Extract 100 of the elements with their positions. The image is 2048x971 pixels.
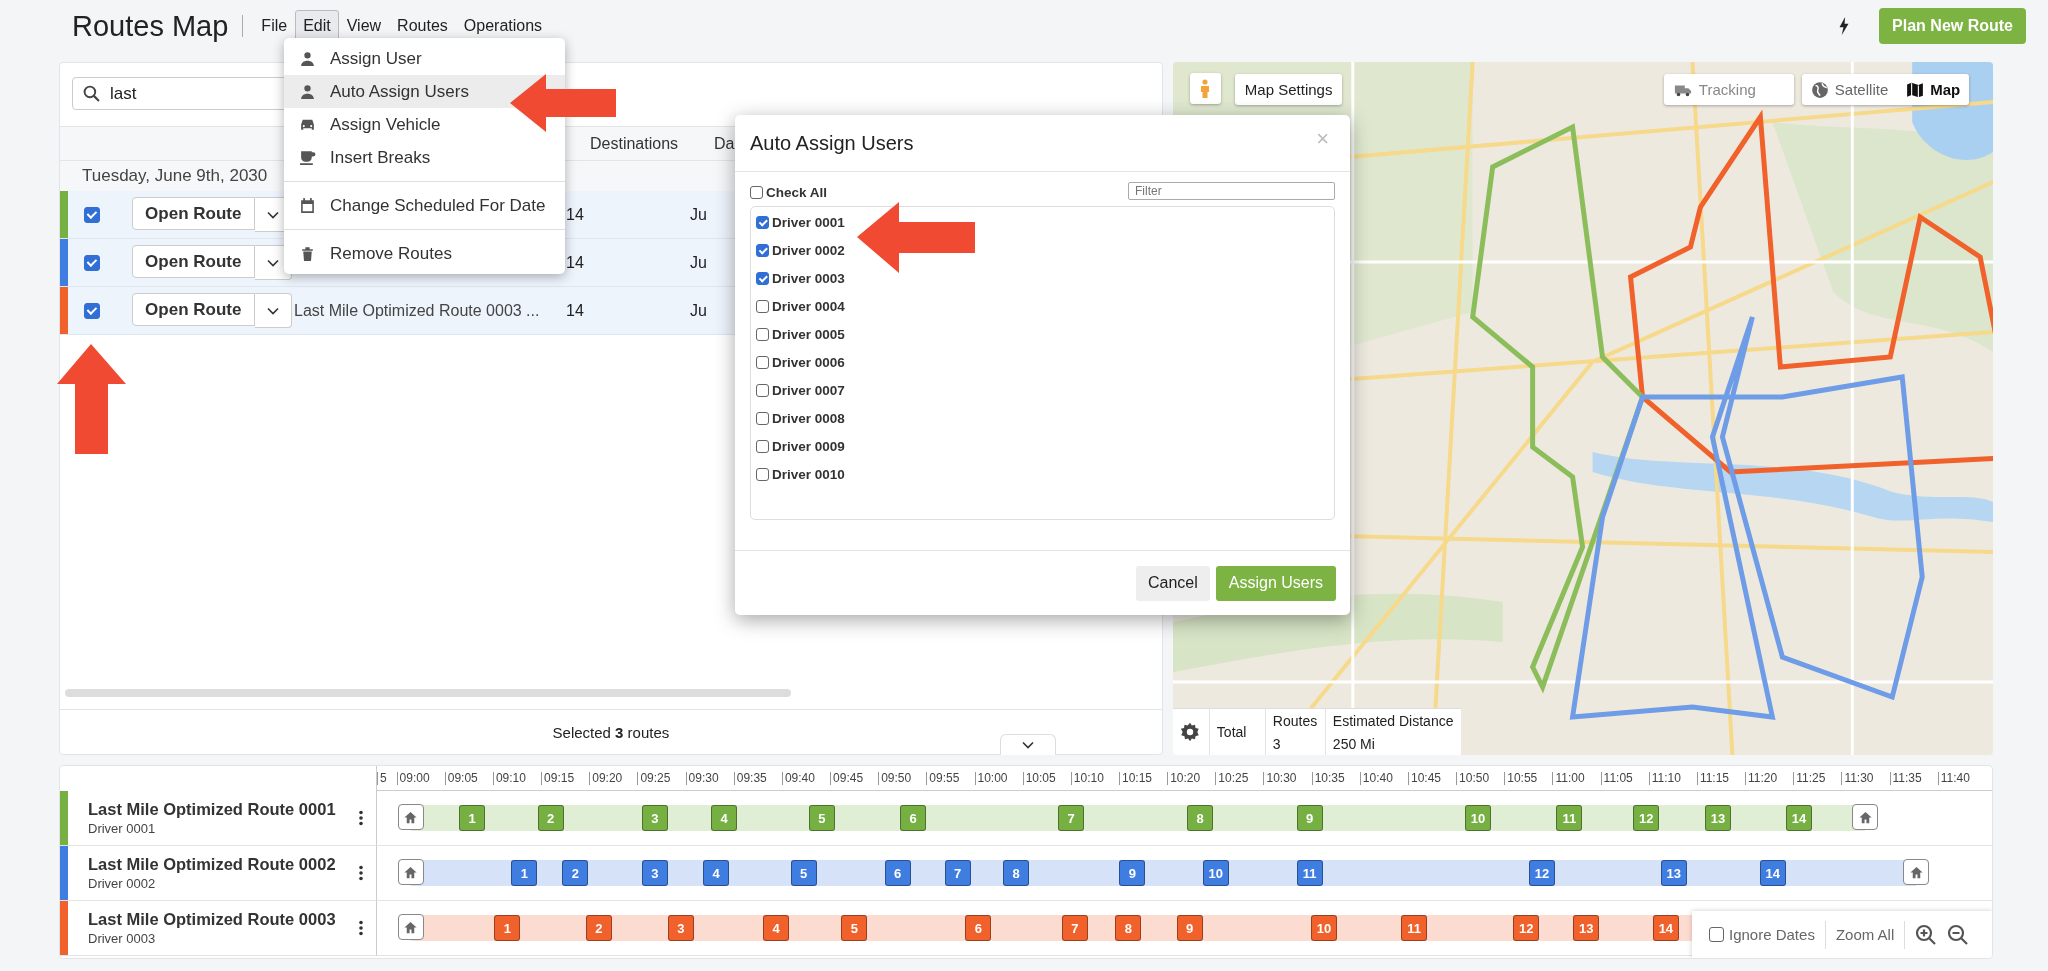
checkbox[interactable] [1709,927,1724,942]
stop-marker[interactable]: 14 [1759,860,1786,886]
stop-marker[interactable]: 4 [763,915,790,941]
depot-marker[interactable] [1852,804,1879,830]
stop-marker[interactable]: 6 [965,915,992,941]
depot-marker[interactable] [1903,859,1930,885]
menu-item[interactable]: View [338,10,390,42]
zoom-all-button[interactable]: Zoom All [1825,920,1906,949]
stop-marker[interactable]: 4 [711,805,737,831]
column-header[interactable]: Destinations [590,134,714,153]
scrollbar[interactable] [65,689,791,697]
more-options-icon[interactable] [359,920,363,936]
more-options-icon[interactable] [359,865,363,881]
map-settings-button[interactable]: Map Settings [1234,74,1343,105]
stop-marker[interactable]: 6 [884,860,911,886]
filter-field[interactable]: Filter [1128,182,1335,200]
stop-marker[interactable]: 1 [459,805,486,831]
checkbox-label[interactable]: Driver 0010 [772,467,845,482]
stop-marker[interactable]: 14 [1785,805,1812,831]
menu-item[interactable]: Change Scheduled For Date [284,189,565,222]
stop-marker[interactable]: 13 [1705,805,1732,831]
map-type-tab[interactable]: Map [1897,74,1970,105]
checkbox[interactable] [756,244,769,257]
checkbox[interactable] [84,255,100,272]
checkbox[interactable] [756,272,769,285]
menu-item[interactable]: Assign Vehicle [284,108,565,141]
stop-marker[interactable]: 5 [841,915,868,941]
stop-marker[interactable]: 8 [1003,860,1030,886]
checkbox-label[interactable]: Check All [766,185,828,200]
stop-marker[interactable]: 3 [667,915,694,941]
stop-marker[interactable]: 11 [1401,915,1428,941]
stop-marker[interactable]: 8 [1187,805,1214,831]
stop-marker[interactable]: 9 [1119,860,1146,886]
open-route-button[interactable]: Open Route [132,245,255,278]
stop-marker[interactable]: 14 [1652,915,1679,941]
stop-marker[interactable]: 12 [1513,915,1540,941]
checkbox[interactable] [756,384,769,397]
checkbox[interactable] [756,300,769,313]
stop-marker[interactable]: 2 [562,860,589,886]
stop-marker[interactable]: 7 [1058,805,1084,831]
stop-marker[interactable]: 2 [585,915,612,941]
checkbox-label[interactable]: Driver 0005 [772,327,845,342]
menu-item[interactable]: Remove Routes [284,237,565,270]
checkbox[interactable] [756,216,769,229]
checkbox[interactable] [756,412,769,425]
stop-marker[interactable]: 12 [1633,805,1660,831]
stop-marker[interactable]: 11 [1556,805,1583,831]
stop-marker[interactable]: 12 [1528,860,1555,886]
depot-marker[interactable] [397,914,424,940]
stop-marker[interactable]: 1 [494,915,521,941]
menu-item[interactable]: Operations [455,10,551,42]
menu-item[interactable]: Insert Breaks [284,141,565,174]
plan-new-route-button[interactable]: Plan New Route [1879,8,2026,44]
cancel-button[interactable]: Cancel [1135,565,1210,601]
depot-marker[interactable] [397,804,424,830]
checkbox[interactable] [756,440,769,453]
checkbox-label[interactable]: Driver 0001 [772,215,845,230]
checkbox[interactable] [84,303,100,320]
zoom-in-icon[interactable] [1915,923,1938,946]
depot-marker[interactable] [397,859,424,885]
checkbox-label[interactable]: Driver 0007 [772,383,845,398]
stop-marker[interactable]: 10 [1465,805,1491,831]
stop-marker[interactable]: 7 [1061,915,1088,941]
open-route-button[interactable]: Open Route [132,197,255,230]
stop-marker[interactable]: 13 [1660,860,1687,886]
checkbox[interactable] [756,356,769,369]
stop-marker[interactable]: 3 [641,805,668,831]
checkbox-label[interactable]: Driver 0003 [772,271,845,286]
stop-marker[interactable]: 4 [703,860,730,886]
stop-marker[interactable]: 9 [1176,915,1203,941]
stop-marker[interactable]: 5 [808,805,835,831]
settings-icon[interactable] [1178,721,1201,743]
stop-marker[interactable]: 11 [1296,860,1323,886]
menu-item[interactable]: File [253,10,296,42]
stop-marker[interactable]: 10 [1311,915,1338,941]
checkbox[interactable] [84,207,100,224]
checkbox-label[interactable]: Driver 0006 [772,355,845,370]
menu-item[interactable]: Routes [389,10,456,42]
open-route-button[interactable]: Open Route [132,293,255,326]
stop-marker[interactable]: 8 [1115,915,1142,941]
checkbox-label[interactable]: Driver 0009 [772,439,845,454]
checkbox-label[interactable]: Ignore Dates [1729,926,1815,943]
checkbox[interactable] [750,186,763,199]
stop-marker[interactable]: 2 [537,805,564,831]
checkbox[interactable] [756,468,769,481]
stop-marker[interactable]: 9 [1296,805,1323,831]
checkbox-label[interactable]: Driver 0008 [772,411,845,426]
assign-users-button[interactable]: Assign Users [1215,565,1336,601]
stop-marker[interactable]: 5 [790,860,817,886]
zoom-out-icon[interactable] [1947,923,1970,946]
checkbox[interactable] [756,328,769,341]
stop-marker[interactable]: 13 [1573,915,1600,941]
checkbox-label[interactable]: Driver 0002 [772,243,845,258]
checkbox-label[interactable]: Driver 0004 [772,299,845,314]
map-type-tab[interactable]: Satellite [1801,74,1898,105]
stop-marker[interactable]: 3 [641,860,668,886]
stop-marker[interactable]: 1 [511,860,538,886]
stop-marker[interactable]: 10 [1202,860,1229,886]
stop-marker[interactable]: 7 [944,860,971,886]
more-options-icon[interactable] [359,810,363,826]
